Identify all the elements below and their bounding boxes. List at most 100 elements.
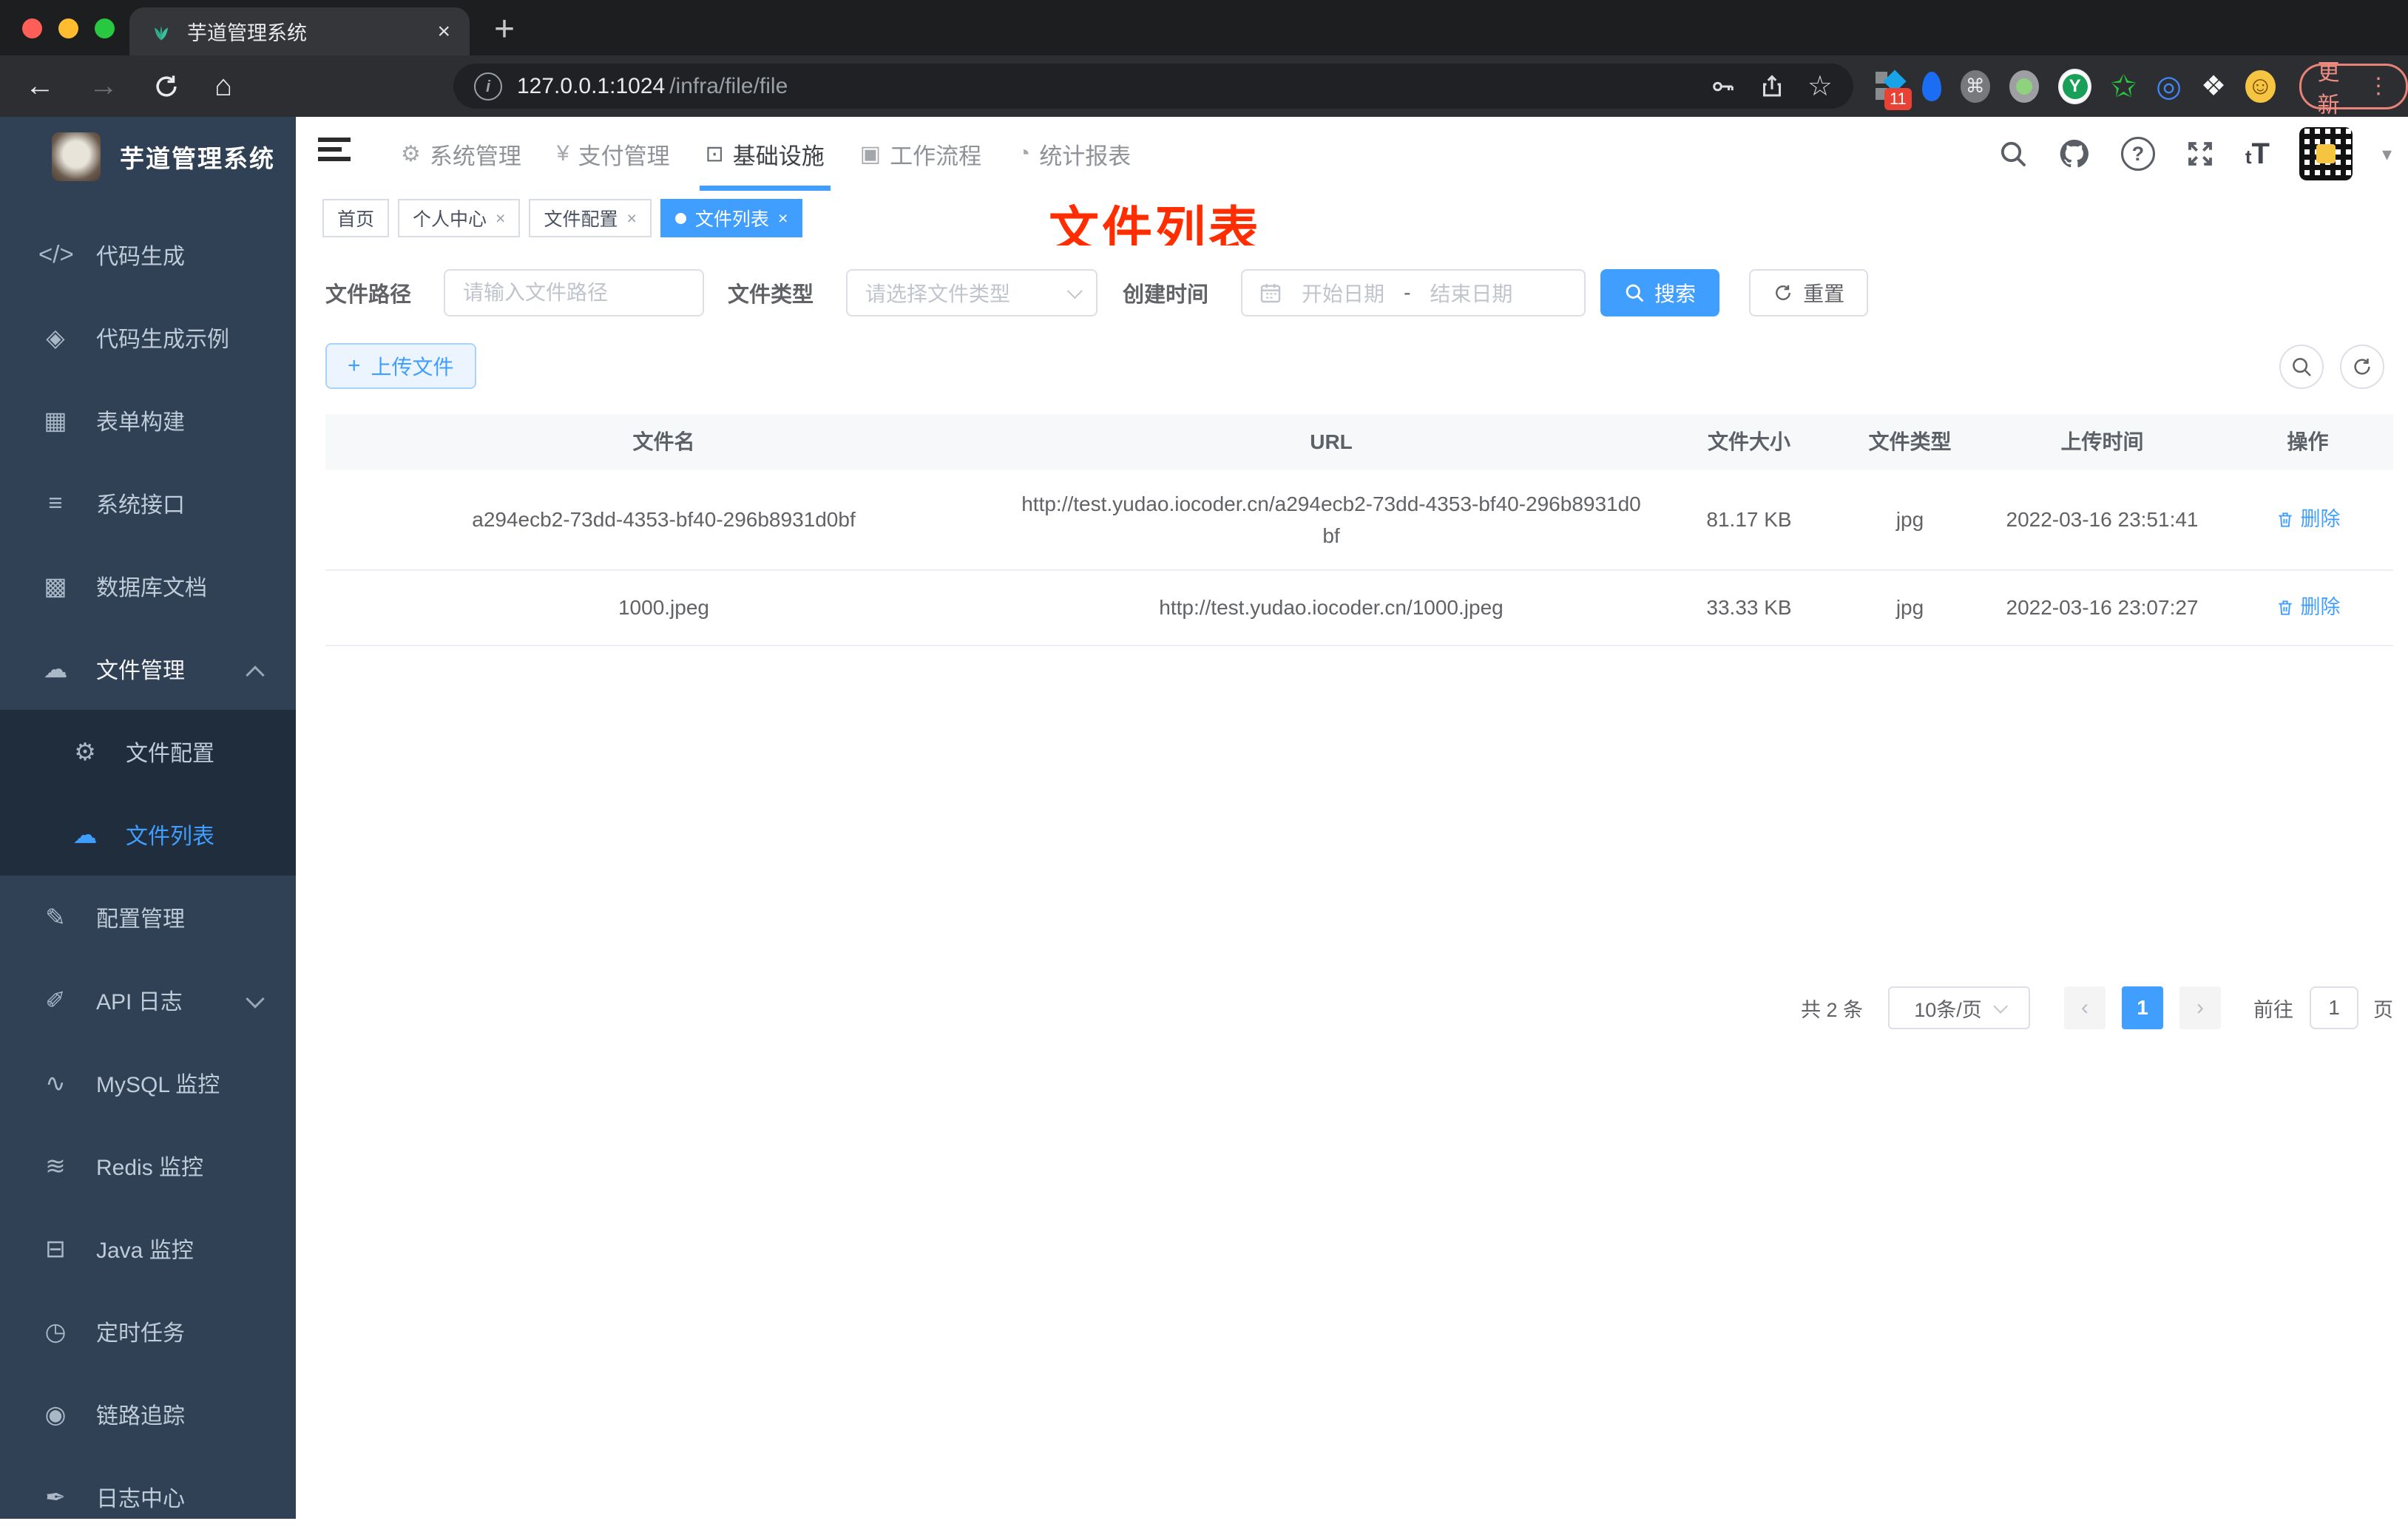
sidebar-item-redis-monitor[interactable]: ≋ Redis 监控 xyxy=(0,1124,296,1207)
sidebar-item-log-center[interactable]: ✒ 日志中心 xyxy=(0,1455,296,1538)
sidebar-item-label: 数据库文档 xyxy=(96,576,207,600)
sidebar-item-config-manage[interactable]: ✎ 配置管理 xyxy=(0,875,296,958)
prev-page-button[interactable]: ‹ xyxy=(2064,986,2106,1029)
file-type-cell: jpg xyxy=(1895,508,1924,532)
topnav-item-system[interactable]: ⚙ 系统管理 xyxy=(383,117,539,191)
forward-button[interactable]: → xyxy=(89,70,118,103)
refresh-icon xyxy=(1776,285,1790,300)
sidebar-item-file-manage[interactable]: ☁ 文件管理 xyxy=(0,627,296,710)
page-number-button[interactable]: 1 xyxy=(2122,986,2163,1029)
file-path-label: 文件路径 xyxy=(325,283,412,307)
delete-button[interactable]: 删除 xyxy=(2276,592,2341,623)
sidebar-item-label: Redis 监控 xyxy=(96,1156,204,1180)
search-icon xyxy=(2293,358,2311,376)
share-icon[interactable] xyxy=(1759,73,1785,100)
maximize-window-button[interactable] xyxy=(95,18,115,38)
file-type-select[interactable]: 请选择文件类型 xyxy=(846,269,1098,316)
dashboard-icon: ◔ xyxy=(1017,141,1031,166)
delete-button[interactable]: 删除 xyxy=(2276,504,2341,535)
tab-close-icon[interactable]: × xyxy=(437,19,450,44)
sidebar-item-code-gen[interactable]: </> 代码生成 xyxy=(0,213,296,296)
file-name-cell: 1000.jpeg xyxy=(618,596,709,620)
topnav-item-workflow[interactable]: ▣ 工作流程 xyxy=(842,117,999,191)
browser-update-button[interactable]: 更新 ⋮ xyxy=(2299,61,2408,118)
actions-cell: 删除 xyxy=(2222,470,2393,569)
search-button[interactable]: 搜索 xyxy=(1600,269,1720,316)
extensions-puzzle-icon[interactable]: ❖ xyxy=(2201,70,2226,103)
back-button[interactable]: ← xyxy=(25,70,55,103)
extension-balloon-icon[interactable] xyxy=(1921,71,1941,101)
extension-eye-icon[interactable]: ◎ xyxy=(2156,70,2182,104)
next-page-button[interactable]: › xyxy=(2179,986,2221,1029)
toggle-search-button[interactable] xyxy=(2279,345,2324,389)
end-date-placeholder[interactable]: 结束日期 xyxy=(1430,278,1512,308)
sidebar-item-file-list[interactable]: ☁ 文件列表 xyxy=(0,793,296,875)
shield-check-icon: ◈ xyxy=(46,323,65,351)
minimize-window-button[interactable] xyxy=(58,18,78,38)
sidebar-item-file-config[interactable]: ⚙ 文件配置 xyxy=(0,710,296,793)
fullscreen-icon[interactable] xyxy=(2185,138,2216,169)
chart-line-icon: ∿ xyxy=(45,1068,66,1097)
search-icon[interactable] xyxy=(1998,139,2028,169)
sidebar-item-mysql-monitor[interactable]: ∿ MySQL 监控 xyxy=(0,1041,296,1124)
address-bar[interactable]: i 127.0.0.1:1024 /infra/file/file ☆ xyxy=(453,64,1853,109)
sidebar-item-db-doc[interactable]: ▩ 数据库文档 xyxy=(0,544,296,627)
table-header-row: 文件名 URL 文件大小 文件类型 上传时间 操作 xyxy=(325,414,2393,470)
tag-profile[interactable]: 个人中心 × xyxy=(398,199,521,237)
sidebar-logo[interactable]: 芋道管理系统 xyxy=(0,117,296,197)
new-tab-button[interactable]: + xyxy=(494,9,515,50)
browser-toolbar: ← → ⌂ i 127.0.0.1:1024 /infra/file/file … xyxy=(0,55,2408,118)
sidebar-collapse-icon[interactable] xyxy=(318,138,352,169)
close-icon[interactable]: × xyxy=(778,209,788,228)
avatar-caret-icon[interactable]: ▾ xyxy=(2382,143,2392,166)
extension-tabs-icon[interactable]: 11 xyxy=(1876,69,1912,110)
topnav-item-infra[interactable]: ⊡ 基础设施 xyxy=(688,117,842,191)
reset-button[interactable]: 重置 xyxy=(1749,269,1869,316)
home-button[interactable]: ⌂ xyxy=(214,70,232,103)
sidebar-item-java-monitor[interactable]: ⊟ Java 监控 xyxy=(0,1207,296,1290)
extension-star-icon[interactable]: ✩ xyxy=(2111,68,2137,104)
profile-emoji-icon[interactable]: ☺ xyxy=(2245,70,2276,103)
browser-menu-dots-icon[interactable]: ⋮ xyxy=(2367,73,2390,99)
sidebar-item-system-api[interactable]: ≡ 系统接口 xyxy=(0,461,296,544)
refresh-table-button[interactable] xyxy=(2340,345,2384,389)
sidebar-item-label: MySQL 监控 xyxy=(96,1073,220,1097)
avatar[interactable] xyxy=(2299,127,2353,180)
font-size-icon[interactable]: tT xyxy=(2245,138,2270,171)
topnav-item-report[interactable]: ◔ 统计报表 xyxy=(999,117,1149,191)
close-icon[interactable]: × xyxy=(496,209,505,228)
start-date-placeholder[interactable]: 开始日期 xyxy=(1302,278,1384,308)
tag-file-list[interactable]: 文件列表 × xyxy=(660,199,803,237)
help-icon[interactable]: ? xyxy=(2120,137,2155,171)
close-icon[interactable]: × xyxy=(626,209,636,228)
password-key-icon[interactable] xyxy=(1710,73,1736,100)
sidebar-item-tracing[interactable]: ◉ 链路追踪 xyxy=(0,1372,296,1455)
tag-home[interactable]: 首页 xyxy=(322,199,390,237)
browser-tab[interactable]: 芋道管理系统 × xyxy=(129,7,470,55)
reload-button[interactable] xyxy=(152,72,180,101)
tag-file-config[interactable]: 文件配置 × xyxy=(529,199,652,237)
sidebar-item-form-builder[interactable]: ▦ 表单构建 xyxy=(0,379,296,461)
sidebar-item-api-log[interactable]: ✐ API 日志 xyxy=(0,958,296,1041)
sidebar-item-cron-job[interactable]: ◷ 定时任务 xyxy=(0,1290,296,1372)
date-range-picker[interactable]: 开始日期 - 结束日期 xyxy=(1241,269,1586,316)
extension-recorder-icon[interactable] xyxy=(2009,70,2040,103)
url-host: 127.0.0.1:1024 xyxy=(517,73,666,98)
page-size-select[interactable]: 10条/页 xyxy=(1888,986,2030,1029)
extension-y-icon[interactable]: Y xyxy=(2058,68,2091,104)
chevron-up-icon xyxy=(246,665,265,685)
active-dot xyxy=(674,212,686,224)
file-type-label: 文件类型 xyxy=(728,283,814,307)
site-info-icon[interactable]: i xyxy=(474,72,502,101)
sidebar-item-label: 文件管理 xyxy=(96,659,185,683)
sidebar-item-code-gen-demo[interactable]: ◈ 代码生成示例 xyxy=(0,296,296,379)
close-window-button[interactable] xyxy=(22,18,42,38)
github-icon[interactable] xyxy=(2057,137,2091,171)
bookmark-star-icon[interactable]: ☆ xyxy=(1807,70,1833,103)
app-header: ⚙ 系统管理 ¥ 支付管理 ⊡ 基础设施 ▣ 工作流程 ◔ 统计报表 ? tT … xyxy=(296,117,2408,191)
upload-file-button[interactable]: + 上传文件 xyxy=(325,343,476,389)
extension-cmd-icon[interactable]: ⌘ xyxy=(1960,70,1990,103)
goto-page-input[interactable] xyxy=(2310,986,2358,1029)
file-path-input[interactable] xyxy=(444,269,705,316)
topnav-item-pay[interactable]: ¥ 支付管理 xyxy=(539,117,688,191)
